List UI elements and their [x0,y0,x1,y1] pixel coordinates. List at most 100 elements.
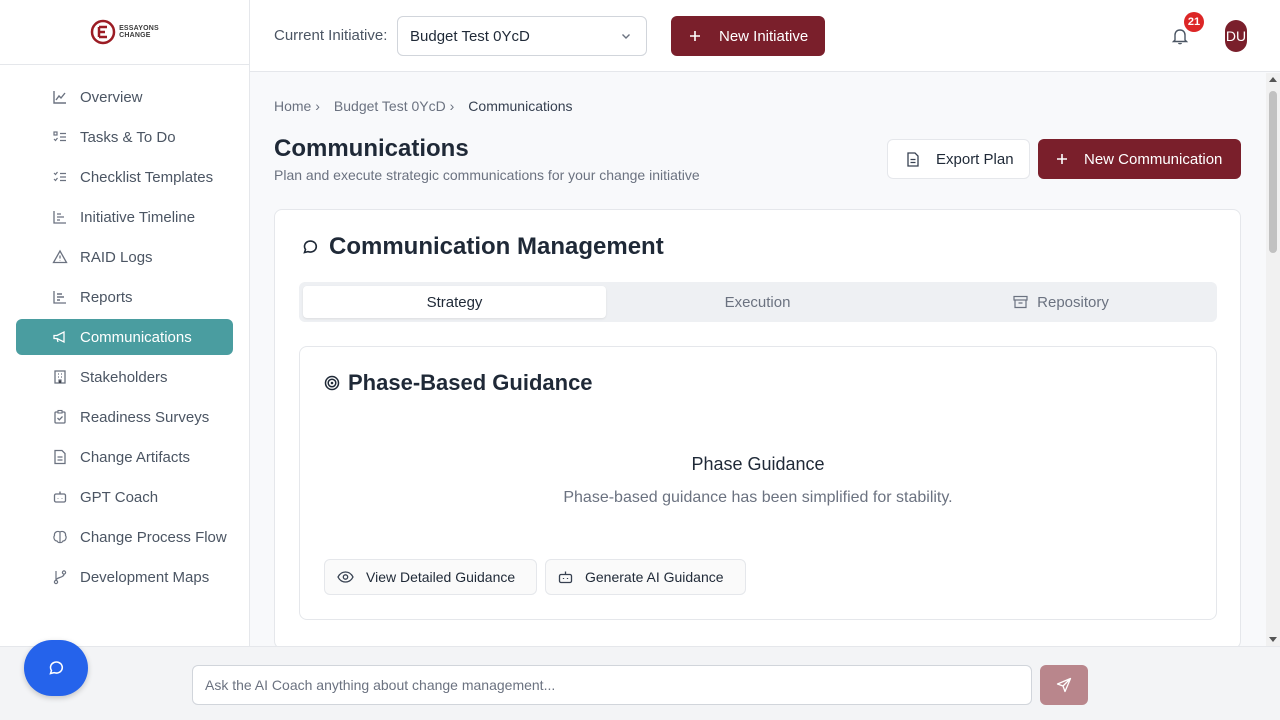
sidebar-item-label: Change Process Flow [80,528,227,546]
vertical-scrollbar[interactable] [1266,73,1280,646]
generate-ai-guidance-label: Generate AI Guidance [585,569,724,585]
logo-line1: ESSAYONS [119,25,159,32]
new-initiative-button[interactable]: New Initiative [671,16,825,56]
sidebar-item-label: Tasks & To Do [80,128,176,146]
view-detailed-guidance-label: View Detailed Guidance [366,569,516,585]
scroll-up-arrow-icon[interactable] [1269,77,1277,82]
current-initiative-label: Current Initiative: [274,27,388,44]
list-todo-icon [53,131,66,142]
message-circle-icon [49,661,64,675]
sidebar-item-label: RAID Logs [80,248,153,266]
sidebar-item-reports[interactable]: Reports [16,279,233,315]
sidebar-item-communications[interactable]: Communications [16,319,233,355]
sidebar-item-label: Readiness Surveys [80,408,210,426]
phase-guidance-title: Phase-Based Guidance [324,370,593,396]
archive-icon [1013,295,1028,309]
breadcrumb-initiative[interactable]: Budget Test 0YcD › [334,98,454,114]
card-title: Communication Management [301,233,664,261]
chevron-down-icon [622,34,630,39]
sidebar-item-label: Checklist Templates [80,168,214,186]
warning-triangle-icon [52,249,68,264]
ai-coach-input[interactable] [192,665,1032,705]
bell-icon[interactable] [1171,27,1189,45]
notification-badge: 21 [1184,12,1204,32]
export-plan-button[interactable]: Export Plan [887,139,1030,179]
logo-mark-icon [90,19,116,45]
ai-coach-bar [0,646,1280,720]
new-communication-label: New Communication [1084,150,1223,168]
guidance-text: Phase-based guidance has been simplified… [563,489,953,506]
page-title: Communications [274,135,469,162]
phase-guidance-title-text: Phase-Based Guidance [348,370,593,395]
send-icon [1056,677,1072,693]
guidance-heading: Phase Guidance [691,454,825,474]
tab-repository[interactable]: Repository [909,286,1213,318]
view-detailed-guidance-button[interactable]: View Detailed Guidance [324,559,537,595]
file-text-icon [907,151,919,167]
plus-icon [690,31,700,41]
breadcrumb-current: Communications [468,98,573,114]
chart-line-icon [53,91,66,104]
building-icon [54,370,66,384]
sidebar-item-label: Initiative Timeline [80,208,196,226]
plus-icon [1057,154,1067,164]
bar-chart-icon [53,291,66,304]
send-button[interactable] [1040,665,1088,705]
communication-management-card: Communication Management Strategy Execut… [274,209,1241,649]
tab-strategy[interactable]: Strategy [303,286,606,318]
file-text-icon [54,449,66,465]
top-header: Current Initiative: Budget Test 0YcD New… [250,0,1280,72]
megaphone-icon [53,330,65,344]
phase-guidance-panel: Phase-Based Guidance Phase Guidance Phas… [299,346,1217,620]
sidebar-item-label: GPT Coach [80,488,159,506]
sidebar-item-label: Development Maps [80,568,210,586]
tab-execution[interactable]: Execution [606,286,909,318]
tab-repository-label: Repository [1037,293,1109,311]
sidebar-item-change-process-flow[interactable]: Change Process Flow [16,519,233,555]
target-icon [324,375,340,391]
sidebar: ESSAYONS CHANGE Overview Tasks & To Do C… [0,0,250,646]
sidebar-item-readiness-surveys[interactable]: Readiness Surveys [16,399,233,435]
tab-bar: Strategy Execution Repository [299,282,1217,322]
message-circle-icon [303,240,318,254]
sidebar-item-raid-logs[interactable]: RAID Logs [16,239,233,275]
chat-fab-button[interactable] [24,640,88,696]
breadcrumb-home[interactable]: Home › [274,98,320,114]
sidebar-nav: Overview Tasks & To Do Checklist Templat… [0,65,249,595]
sidebar-item-label: Overview [80,88,143,106]
new-initiative-label: New Initiative [719,27,809,45]
brain-icon [53,530,67,544]
sidebar-item-overview[interactable]: Overview [16,79,233,115]
git-branch-icon [53,570,67,585]
initiative-select[interactable]: Budget Test 0YcD [397,16,647,56]
sidebar-item-label: Communications [80,328,192,346]
avatar[interactable]: DU [1225,20,1247,52]
scrollbar-thumb[interactable] [1269,91,1277,253]
new-communication-button[interactable]: New Communication [1038,139,1241,179]
sidebar-item-development-maps[interactable]: Development Maps [16,559,233,595]
page-subtitle: Plan and execute strategic communication… [274,167,700,183]
sidebar-item-label: Reports [80,288,133,306]
sidebar-item-initiative-timeline[interactable]: Initiative Timeline [16,199,233,235]
logo-area: ESSAYONS CHANGE [0,0,249,65]
timeline-icon [53,211,66,224]
generate-ai-guidance-button[interactable]: Generate AI Guidance [545,559,746,595]
export-plan-label: Export Plan [936,150,1014,168]
list-checks-icon [53,171,66,182]
sidebar-item-checklist-templates[interactable]: Checklist Templates [16,159,233,195]
initiative-select-value: Budget Test 0YcD [410,27,530,45]
bot-icon [558,571,573,584]
brand-logo[interactable]: ESSAYONS CHANGE [90,19,159,45]
clipboard-check-icon [54,409,66,424]
sidebar-item-gpt-coach[interactable]: GPT Coach [16,479,233,515]
scroll-down-arrow-icon[interactable] [1269,637,1277,642]
sidebar-item-tasks[interactable]: Tasks & To Do [16,119,233,155]
sidebar-item-change-artifacts[interactable]: Change Artifacts [16,439,233,475]
logo-line2: CHANGE [119,32,151,39]
card-title-text: Communication Management [329,233,664,260]
sidebar-item-label: Stakeholders [80,368,168,386]
breadcrumb: Home › Budget Test 0YcD › Communications [274,98,573,114]
bot-icon [53,491,67,503]
sidebar-item-label: Change Artifacts [80,448,191,466]
sidebar-item-stakeholders[interactable]: Stakeholders [16,359,233,395]
